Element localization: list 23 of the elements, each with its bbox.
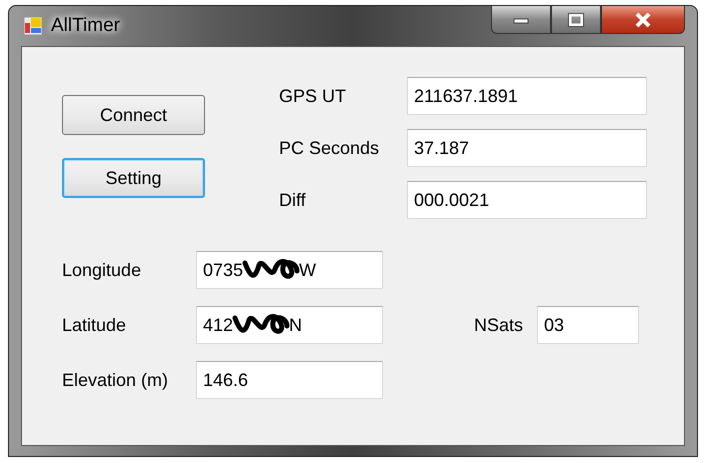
form-button[interactable]: Connect bbox=[62, 95, 205, 135]
window-title: AllTimer bbox=[51, 15, 120, 37]
field-label: PC Seconds bbox=[279, 138, 380, 158]
field-label: GPS UT bbox=[279, 86, 348, 106]
input-field[interactable]: 211637.1891 bbox=[407, 77, 647, 115]
field-label: Elevation (m) bbox=[62, 370, 170, 390]
input-field[interactable]: 146.6 bbox=[196, 361, 383, 399]
input-field[interactable]: 000.0021 bbox=[407, 181, 647, 219]
input-field[interactable]: 37.187 bbox=[407, 129, 647, 167]
input-field[interactable]: 412 N bbox=[196, 306, 383, 344]
field-label: NSats bbox=[472, 314, 524, 336]
app-icon bbox=[23, 16, 43, 36]
form-button[interactable]: Setting bbox=[62, 158, 205, 198]
close-icon bbox=[634, 12, 652, 28]
input-field[interactable]: 0735 W bbox=[196, 251, 383, 289]
field-label: Diff bbox=[279, 190, 307, 210]
field-label: Latitude bbox=[62, 314, 128, 336]
minimize-button[interactable] bbox=[491, 6, 551, 34]
field-label: Longitude bbox=[62, 260, 142, 280]
maximize-icon bbox=[568, 12, 584, 26]
maximize-button[interactable] bbox=[551, 6, 601, 34]
close-button[interactable] bbox=[601, 6, 685, 34]
input-field[interactable]: 03 bbox=[537, 306, 639, 344]
